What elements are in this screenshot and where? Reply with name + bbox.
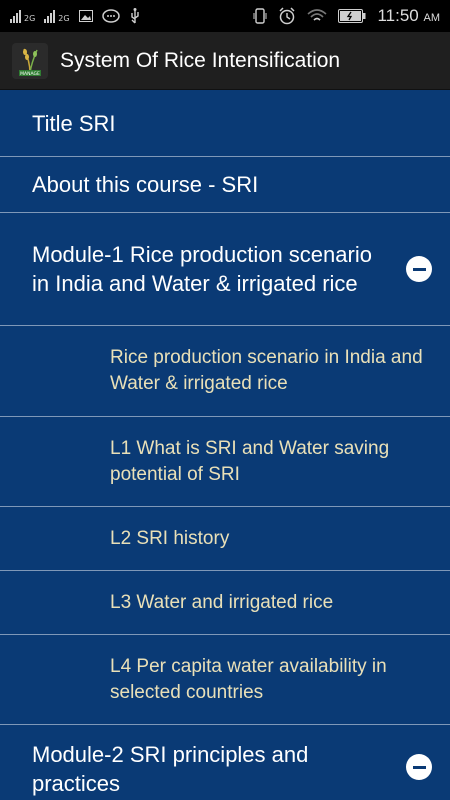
signal-icon-2: 2G: [44, 9, 70, 23]
messenger-icon: [101, 9, 120, 23]
collapse-minus-icon[interactable]: [406, 754, 432, 780]
lesson-item[interactable]: L1 What is SRI and Water saving potentia…: [0, 417, 450, 507]
menu-group-module-1[interactable]: Module-1 Rice production scenario in Ind…: [0, 213, 450, 326]
image-icon: [78, 10, 93, 22]
vibrate-icon: [253, 8, 267, 24]
alarm-icon: [279, 7, 296, 25]
app-bar: MANAGE System Of Rice Intensification: [0, 32, 450, 90]
clock-ampm: AM: [423, 12, 441, 24]
usb-icon: [130, 8, 139, 24]
clock: 11:50 AM: [377, 6, 440, 26]
lesson-item[interactable]: Rice production scenario in India and Wa…: [0, 326, 450, 417]
logo-caption: MANAGE: [20, 71, 40, 77]
lesson-label: Rice production scenario in India and Wa…: [110, 347, 423, 394]
lesson-item[interactable]: L3 Water and irrigated rice: [0, 571, 450, 635]
wifi-icon: [307, 9, 328, 21]
app-logo-icon[interactable]: MANAGE: [12, 42, 48, 79]
lesson-item[interactable]: L4 Per capita water availability in sele…: [0, 635, 450, 725]
network-label: 2G: [24, 14, 36, 23]
lesson-label: L4 Per capita water availability in sele…: [110, 655, 387, 703]
rice-plant-icon: MANAGE: [19, 48, 41, 77]
collapse-minus-icon[interactable]: [406, 256, 432, 282]
menu-item-label: About this course - SRI: [32, 172, 259, 197]
menu-group-module-2[interactable]: Module-2 SRI principles and practices: [0, 725, 450, 800]
clock-time: 11:50: [377, 6, 419, 25]
course-menu: Title SRI About this course - SRI Module…: [0, 90, 450, 800]
lesson-label: L1 What is SRI and Water saving potentia…: [110, 437, 390, 485]
lesson-item[interactable]: L2 SRI history: [0, 507, 450, 571]
status-bar: 2G 2G 11:50 AM: [0, 0, 450, 32]
signal-icon: 2G: [10, 9, 35, 23]
module-2-label: Module-2 SRI principles and practices: [32, 742, 309, 796]
menu-item-about[interactable]: About this course - SRI: [0, 157, 450, 213]
module-1-label: Module-1 Rice production scenario in Ind…: [32, 242, 372, 296]
menu-item-label: Title SRI: [32, 110, 116, 136]
lesson-label: L2 SRI history: [110, 527, 230, 549]
network-label-2: 2G: [58, 14, 70, 23]
menu-item-title-sri[interactable]: Title SRI: [0, 90, 450, 157]
app-title: System Of Rice Intensification: [60, 48, 341, 72]
lesson-label: L3 Water and irrigated rice: [110, 591, 334, 613]
battery-icon: [338, 9, 366, 23]
